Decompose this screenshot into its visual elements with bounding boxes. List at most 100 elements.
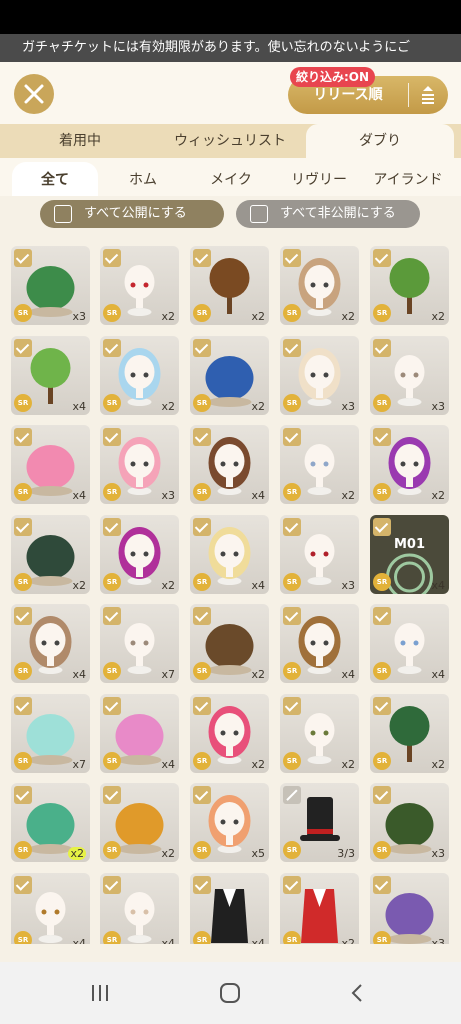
item-card[interactable]: SR x2	[280, 425, 359, 504]
checkbox-checked-icon[interactable]	[373, 875, 391, 894]
item-count: x2	[251, 757, 265, 771]
checkbox-disabled-icon[interactable]	[283, 786, 301, 804]
item-card[interactable]: SR x4	[190, 514, 269, 594]
tab-wearing[interactable]: 着用中	[0, 124, 160, 158]
item-card[interactable]: SR x7	[11, 693, 90, 773]
item-card[interactable]: SR 3/3	[280, 783, 359, 862]
item-card[interactable]: SR x2	[100, 514, 179, 594]
tab-wishlist[interactable]: ウィッシュリスト	[150, 124, 310, 158]
checkbox-checked-icon[interactable]	[14, 428, 32, 446]
item-card[interactable]: SR x2	[190, 693, 269, 773]
show-all-button[interactable]: すべて公開にする	[40, 200, 224, 228]
rarity-badge: SR	[14, 662, 32, 680]
subtab-all[interactable]: 全て	[12, 162, 98, 196]
item-card[interactable]: SR x2	[100, 783, 179, 862]
item-card[interactable]: SR x2	[370, 246, 449, 325]
subtab-makeup[interactable]: メイク	[188, 162, 274, 196]
item-card[interactable]: SR x2	[370, 693, 449, 773]
checkbox-checked-icon[interactable]	[14, 607, 32, 625]
item-card[interactable]: SR x4	[11, 604, 90, 683]
close-button[interactable]	[14, 74, 54, 114]
checkbox-checked-icon[interactable]	[283, 249, 301, 267]
filter-status-badge[interactable]: 絞り込み:ON	[290, 67, 376, 87]
checkbox-checked-icon[interactable]	[283, 696, 301, 715]
checkbox-checked-icon[interactable]	[373, 607, 391, 625]
item-card[interactable]: SR x4	[100, 872, 179, 944]
item-card[interactable]: SR x4	[11, 425, 90, 504]
checkbox-checked-icon[interactable]	[14, 696, 32, 715]
item-card[interactable]: SR x7	[100, 604, 179, 683]
item-card[interactable]: SR x3	[370, 335, 449, 415]
checkbox-checked-icon[interactable]	[103, 786, 121, 804]
item-card[interactable]: SR x4	[190, 872, 269, 944]
item-card[interactable]: SR x2	[11, 514, 90, 594]
checkbox-checked-icon[interactable]	[103, 428, 121, 446]
checkbox-checked-icon[interactable]	[373, 338, 391, 357]
checkbox-checked-icon[interactable]	[193, 607, 211, 625]
checkbox-checked-icon[interactable]	[283, 607, 301, 625]
item-card[interactable]: SR x3	[11, 246, 90, 325]
tab-duplicates[interactable]: ダブり	[306, 124, 454, 158]
item-card[interactable]: SR x4	[370, 604, 449, 683]
checkbox-checked-icon[interactable]	[373, 249, 391, 267]
recent-apps-icon[interactable]	[88, 981, 112, 1005]
item-card[interactable]: SR x3	[100, 425, 179, 504]
item-card[interactable]: SR x2	[280, 693, 359, 773]
item-card[interactable]: SR x5	[190, 783, 269, 862]
item-card[interactable]: SR x4	[190, 425, 269, 504]
item-card[interactable]: SR x2	[100, 335, 179, 415]
item-card[interactable]: SR x2	[190, 604, 269, 683]
item-card[interactable]: SR x2	[11, 783, 90, 862]
checkbox-checked-icon[interactable]	[14, 875, 32, 894]
subtab-island[interactable]: アイランド	[362, 162, 454, 196]
item-card[interactable]: SR x4	[100, 693, 179, 773]
item-card[interactable]: SR x4	[280, 604, 359, 683]
checkbox-checked-icon[interactable]	[14, 249, 32, 267]
item-card[interactable]: SR x2	[190, 335, 269, 415]
item-card[interactable]: SR x2	[280, 872, 359, 944]
checkbox-checked-icon[interactable]	[373, 428, 391, 446]
home-icon[interactable]	[218, 981, 242, 1005]
checkbox-checked-icon[interactable]	[103, 875, 121, 894]
rarity-badge: SR	[193, 662, 211, 680]
checkbox-checked-icon[interactable]	[14, 338, 32, 357]
checkbox-checked-icon[interactable]	[283, 517, 301, 536]
checkbox-checked-icon[interactable]	[103, 696, 121, 715]
checkbox-checked-icon[interactable]	[193, 875, 211, 894]
checkbox-checked-icon[interactable]	[283, 428, 301, 446]
item-card[interactable]: SR x4	[11, 335, 90, 415]
checkbox-checked-icon[interactable]	[283, 875, 301, 894]
checkbox-checked-icon[interactable]	[103, 607, 121, 625]
checkbox-checked-icon[interactable]	[103, 338, 121, 357]
checkbox-checked-icon[interactable]	[103, 249, 121, 267]
checkbox-checked-icon[interactable]	[283, 338, 301, 357]
checkbox-checked-icon[interactable]	[373, 696, 391, 715]
back-icon[interactable]	[346, 981, 370, 1005]
item-card[interactable]: SR x3	[370, 872, 449, 944]
checkbox-checked-icon[interactable]	[14, 517, 32, 536]
item-card[interactable]: SR x2	[190, 246, 269, 325]
checkbox-checked-icon[interactable]	[14, 786, 32, 804]
checkbox-checked-icon[interactable]	[373, 786, 391, 804]
checkbox-checked-icon[interactable]	[193, 517, 211, 536]
checkbox-checked-icon[interactable]	[193, 338, 211, 357]
rarity-badge: SR	[283, 751, 301, 770]
checkbox-checked-icon[interactable]	[193, 428, 211, 446]
checkbox-checked-icon[interactable]	[373, 517, 391, 536]
item-card[interactable]: SR x3	[280, 514, 359, 594]
item-card[interactable]: SR x2	[280, 246, 359, 325]
subtab-homu[interactable]: ホム	[100, 162, 186, 196]
checkbox-checked-icon[interactable]	[193, 696, 211, 715]
checkbox-checked-icon[interactable]	[193, 249, 211, 267]
item-card[interactable]: SR x2	[370, 425, 449, 504]
rarity-badge: SR	[193, 393, 211, 412]
hide-all-button[interactable]: すべて非公開にする	[236, 200, 420, 228]
item-card[interactable]: SR x3	[370, 783, 449, 862]
item-card[interactable]: SR x4	[11, 872, 90, 944]
item-card[interactable]: SR x2	[100, 246, 179, 325]
subtab-livly[interactable]: リヴリー	[276, 162, 362, 196]
item-card[interactable]: M01 SR x4	[370, 514, 449, 594]
item-card[interactable]: SR x3	[280, 335, 359, 415]
checkbox-checked-icon[interactable]	[103, 517, 121, 536]
checkbox-checked-icon[interactable]	[193, 786, 211, 804]
